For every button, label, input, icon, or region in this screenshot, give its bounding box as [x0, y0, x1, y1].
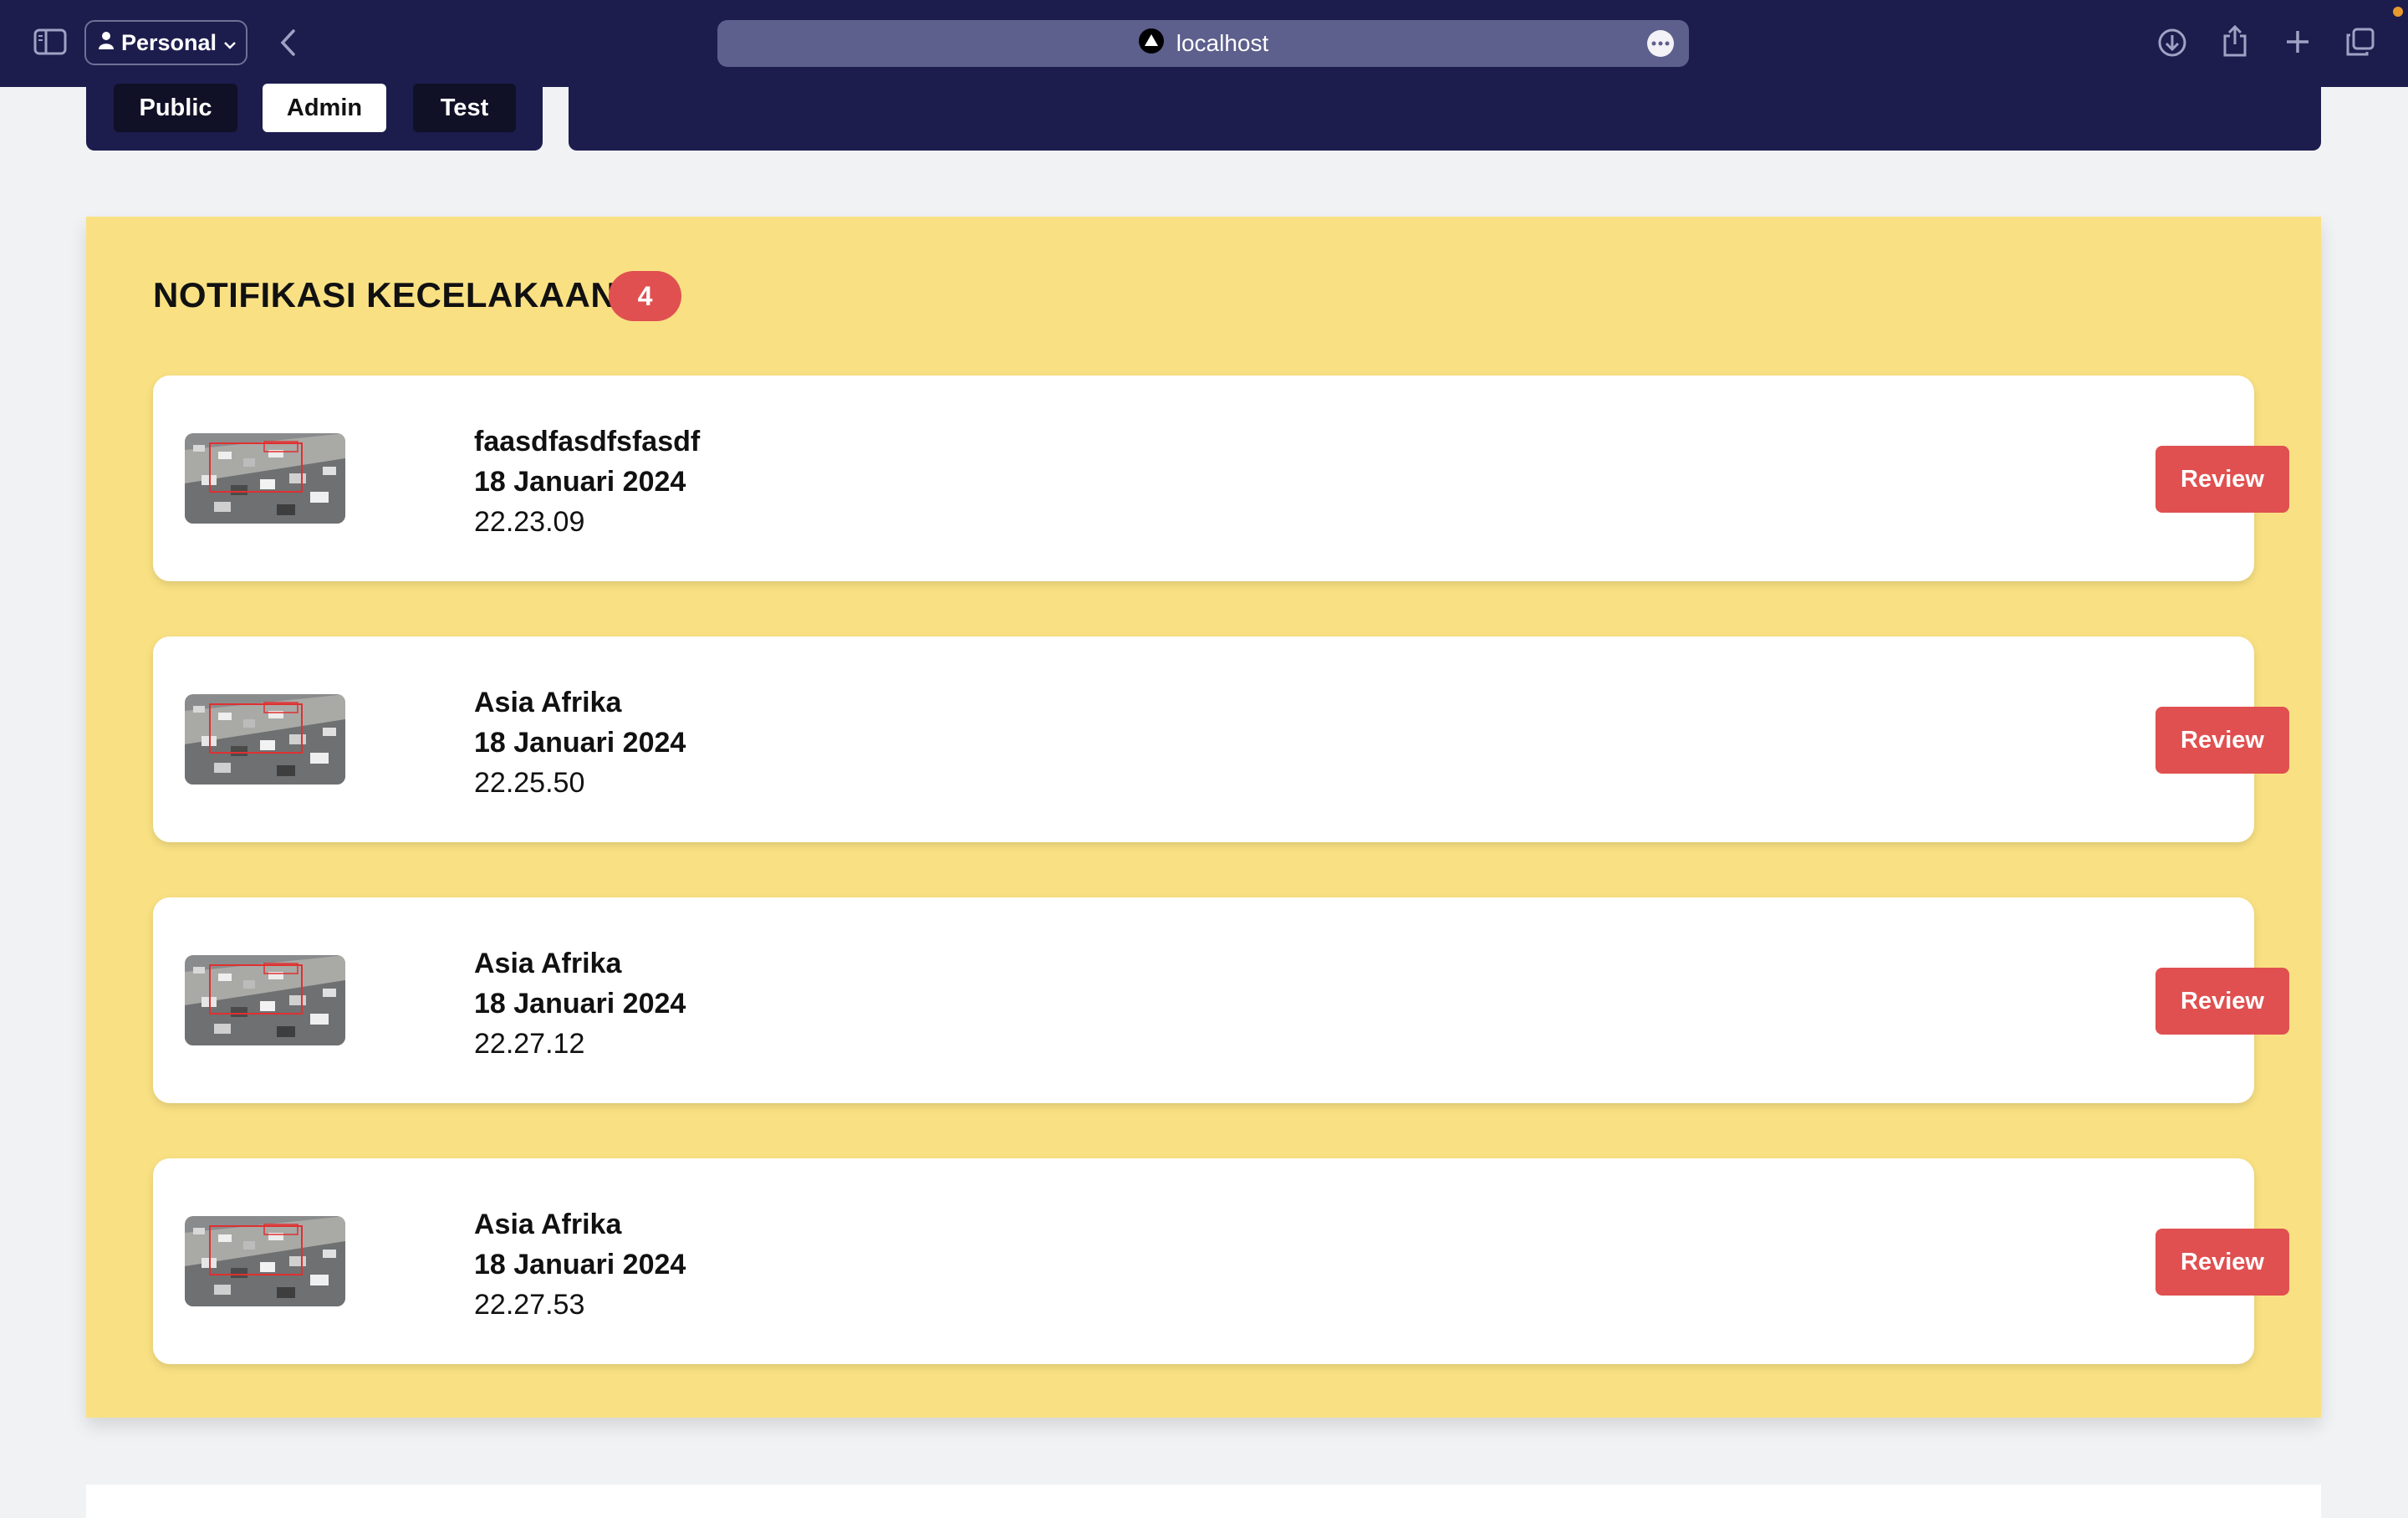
time-text: 22.25.50: [474, 767, 585, 799]
notification-info: Asia Afrika 18 Januari 2024 22.27.12: [474, 943, 686, 1064]
tab-admin[interactable]: Admin: [263, 84, 386, 132]
sidebar-icon[interactable]: [32, 25, 69, 59]
profile-selector[interactable]: Personal: [84, 20, 247, 65]
tab-public[interactable]: Public: [114, 84, 237, 132]
date-text: 18 Januari 2024: [474, 466, 686, 498]
date-text: 18 Januari 2024: [474, 988, 686, 1020]
accident-thumbnail[interactable]: [185, 955, 345, 1045]
notification-card: Asia Afrika 18 Januari 2024 22.27.53 Rev…: [153, 1158, 2289, 1364]
chevron-down-icon: [223, 30, 237, 56]
location-text: Asia Afrika: [474, 687, 622, 718]
time-text: 22.27.53: [474, 1289, 585, 1321]
accident-thumbnail[interactable]: [185, 1216, 345, 1306]
accident-thumbnail[interactable]: [185, 694, 345, 785]
url-text: localhost: [1176, 30, 1269, 56]
browser-toolbar: Personal localhost: [0, 0, 2408, 87]
header-panel: [569, 75, 2321, 151]
notification-info: Asia Afrika 18 Januari 2024 22.27.53: [474, 1204, 686, 1325]
location-text: faasdfasdfsfasdf: [474, 426, 701, 457]
next-section: [86, 1485, 2321, 1518]
notification-section: NOTIFIKASI KECELAKAAN 4 faasdfasdfsfasdf…: [86, 217, 2321, 1418]
notification-card: Asia Afrika 18 Januari 2024 22.25.50 Rev…: [153, 636, 2289, 842]
role-tabs: Public Admin Test: [86, 75, 543, 151]
share-icon[interactable]: [2218, 22, 2252, 60]
section-title: NOTIFIKASI KECELAKAAN: [153, 275, 617, 314]
tabs-icon[interactable]: [2343, 25, 2378, 59]
time-text: 22.23.09: [474, 506, 585, 538]
time-text: 22.27.12: [474, 1028, 585, 1060]
download-icon[interactable]: [2155, 25, 2189, 60]
address-bar[interactable]: localhost: [717, 20, 1689, 67]
person-icon: [98, 30, 115, 56]
location-text: Asia Afrika: [474, 1209, 622, 1240]
date-text: 18 Januari 2024: [474, 727, 686, 759]
notification-info: Asia Afrika 18 Januari 2024 22.25.50: [474, 682, 686, 803]
site-icon: [1138, 28, 1165, 60]
accident-thumbnail[interactable]: [185, 433, 345, 524]
review-button[interactable]: Review: [2155, 1229, 2289, 1296]
back-icon[interactable]: [273, 25, 303, 60]
review-button[interactable]: Review: [2155, 707, 2289, 774]
count-badge: 4: [609, 271, 681, 321]
notification-dot: [2393, 7, 2403, 17]
notification-card: faasdfasdfsfasdf 18 Januari 2024 22.23.0…: [153, 376, 2289, 581]
profile-label: Personal: [121, 29, 217, 55]
more-icon[interactable]: [1647, 30, 1674, 57]
review-button[interactable]: Review: [2155, 446, 2289, 513]
notification-info: faasdfasdfsfasdf 18 Januari 2024 22.23.0…: [474, 422, 700, 542]
plus-icon[interactable]: [2281, 25, 2314, 59]
notification-card: Asia Afrika 18 Januari 2024 22.27.12 Rev…: [153, 897, 2289, 1103]
review-button[interactable]: Review: [2155, 968, 2289, 1035]
tab-test[interactable]: Test: [413, 84, 516, 132]
location-text: Asia Afrika: [474, 948, 622, 979]
date-text: 18 Januari 2024: [474, 1249, 686, 1280]
